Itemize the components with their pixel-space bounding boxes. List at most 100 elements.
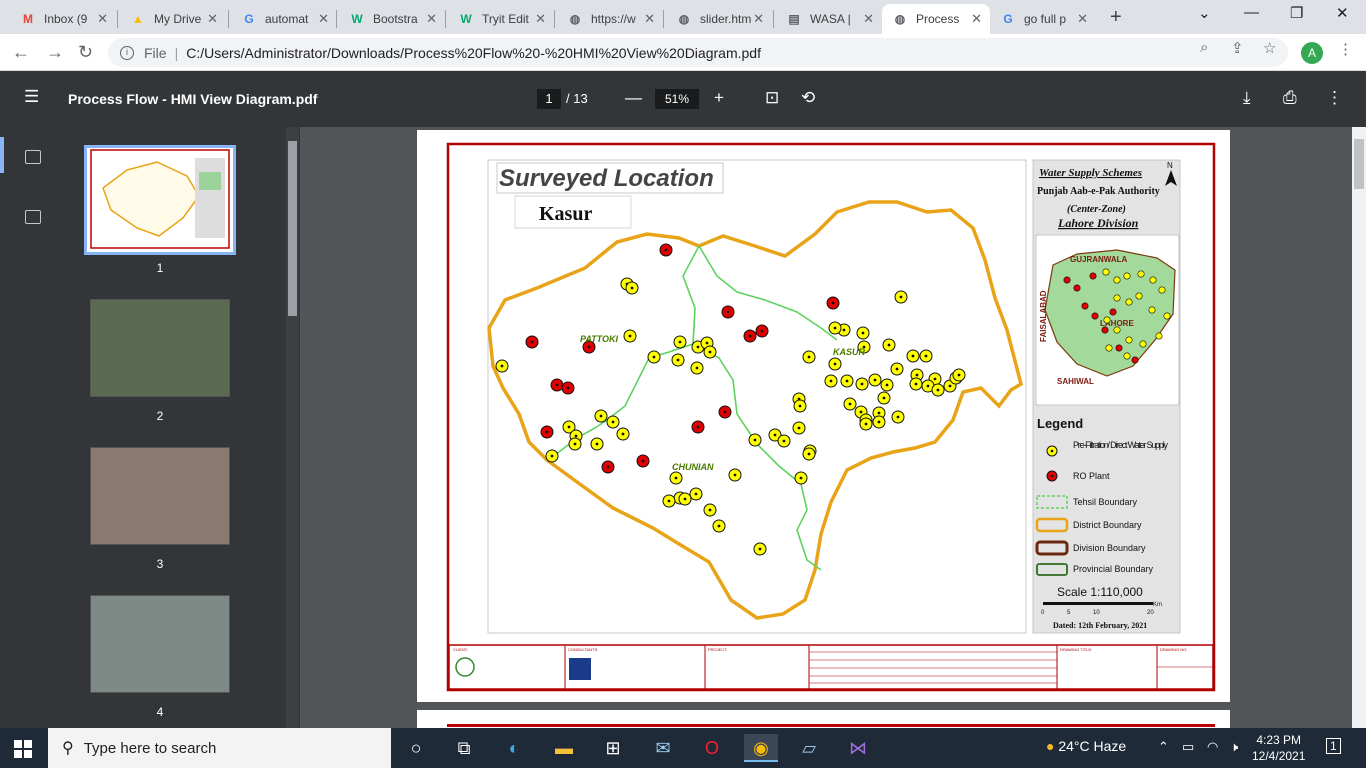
browser-menu-icon[interactable]: ⋮ [1338,40,1353,58]
close-tab-icon[interactable]: ✕ [1077,11,1088,27]
browser-tab[interactable]: ◍ slider.htm ✕ [666,4,772,34]
close-tab-icon[interactable]: ✕ [318,11,329,27]
store-icon[interactable]: ⊞ [598,734,628,762]
browser-tab[interactable]: ▲ My Drive ✕ [120,4,226,34]
thumbnail-label-4: 4 [156,705,164,719]
zoom-input[interactable]: 51% [655,89,699,109]
tab-separator [336,10,337,28]
volume-icon[interactable]: 🕨 [1230,739,1238,755]
viewer-scrollbar[interactable] [1352,127,1366,728]
file-explorer-icon[interactable]: ▬ [549,734,579,762]
pdf-more-icon[interactable]: ⋮ [1326,88,1343,108]
omnibox[interactable]: i File | C:/Users/Administrator/Download… [108,38,1288,67]
mail-icon[interactable]: ✉ [648,734,678,762]
clock[interactable]: 4:23 PM 12/4/2021 [1252,732,1305,764]
close-tab-icon[interactable]: ✕ [535,11,546,27]
marker-center [708,350,712,354]
thumbnail-page-1[interactable] [84,145,236,255]
zoom-out-icon[interactable]: — [625,88,642,108]
viewer-scroll-thumb[interactable] [1354,139,1364,189]
thumbnails-view-icon[interactable] [25,150,41,164]
district-title: Kasur [539,203,592,225]
wifi-icon[interactable]: ◠ [1207,739,1218,755]
tab-search-icon[interactable]: ⌄ [1198,4,1211,22]
inset-marker [1125,336,1133,344]
marker-center [630,286,634,290]
globe-icon: ◍ [678,12,690,26]
browser-tab[interactable]: ◍ https://w ✕ [557,4,663,34]
page-number-input[interactable]: 1 [537,89,561,109]
cortana-icon[interactable]: ○ [401,734,431,762]
reload-icon[interactable]: ↻ [78,42,93,63]
inset-marker [1125,298,1133,306]
taskbar-search[interactable]: ⚲ Type here to search [48,728,391,768]
notification-center-icon[interactable]: 1 [1326,738,1341,754]
marker-center [676,358,680,362]
windows-taskbar: ⚲ Type here to search ○ ⧉ ◐ ▬ ⊞ ✉ O ◉ ▱ … [0,728,1366,768]
inset-marker [1113,326,1121,334]
restore-button[interactable]: ❐ [1290,4,1303,22]
download-icon[interactable]: ⤓ [1243,88,1251,108]
visual-studio-icon[interactable]: ⋈ [843,734,873,762]
hamburger-menu-icon[interactable]: ☰ [24,87,39,107]
pdf-viewer[interactable]: Surveyed Location Kasur PATTOKI KASUR CH… [300,127,1352,728]
close-tab-icon[interactable]: ✕ [971,11,982,27]
close-window-button[interactable]: ✕ [1336,4,1349,22]
forward-icon[interactable]: → [46,42,64,63]
marker-center [807,355,811,359]
legend-ro-label: RO Plant [1073,471,1110,481]
inset-marker [1091,312,1099,320]
sidebar-scrollbar[interactable] [286,127,299,728]
town-label-chunian: CHUNIAN [672,462,714,472]
url-text[interactable]: C:/Users/Administrator/Downloads/Process… [186,45,761,61]
inset-marker [1115,344,1123,352]
weather-widget[interactable]: ● 24°C Haze [1046,738,1126,754]
notepad-icon[interactable]: ▱ [794,734,824,762]
close-tab-icon[interactable]: ✕ [426,11,437,27]
title-block-consultants: CONSULTANTS: [568,647,598,652]
zoom-icon[interactable]: ⌕ [1200,39,1208,56]
windows-start-icon[interactable] [14,740,32,758]
outline-view-icon[interactable] [25,210,41,224]
marker-center [873,378,877,382]
print-icon[interactable]: ⎙ [1283,88,1297,108]
browser-tab[interactable]: Ggo full p ✕ [990,4,1096,34]
minimize-button[interactable]: — [1244,4,1259,21]
browser-tab[interactable]: ▤ WASA | ✕ [776,4,882,34]
rotate-icon[interactable]: ⟲ [801,88,815,108]
inset-marker [1089,272,1097,280]
bookmark-star-icon[interactable]: ☆ [1263,39,1276,57]
close-tab-icon[interactable]: ✕ [863,11,874,27]
close-tab-icon[interactable]: ✕ [207,11,218,27]
back-icon[interactable]: ← [12,42,30,63]
google-icon: G [244,12,254,26]
browser-tab[interactable]: M Inbox (9 ✕ [10,4,116,34]
close-tab-icon[interactable]: ✕ [97,11,108,27]
task-view-icon[interactable]: ⧉ [449,734,479,762]
close-tab-icon[interactable]: ✕ [753,11,764,27]
sidebar-scroll-thumb[interactable] [288,141,297,316]
zoom-in-icon[interactable]: + [714,88,724,108]
thumbnail-page-3[interactable] [90,447,230,545]
fit-page-icon[interactable]: ⊡ [765,88,779,108]
thumbnail-page-4[interactable] [90,595,230,693]
opera-icon[interactable]: O [697,734,727,762]
tray-chevron-icon[interactable]: ⌃ [1158,739,1169,755]
edge-icon[interactable]: ◐ [499,734,529,762]
marker-center [860,382,864,386]
chrome-icon[interactable]: ◉ [744,734,778,762]
new-tab-button[interactable]: + [1110,6,1122,29]
browser-tab[interactable]: Gautomat ✕ [231,4,337,34]
scale-tick-20: 20 [1147,610,1154,616]
browser-tab[interactable]: W Bootstra ✕ [339,4,445,34]
browser-tab[interactable]: ◍ Process ✕ [882,4,990,34]
browser-tab[interactable]: W Tryit Edit ✕ [448,4,554,34]
close-tab-icon[interactable]: ✕ [644,11,655,27]
marker-center [748,334,752,338]
profile-avatar[interactable]: A [1301,42,1323,64]
site-info-icon[interactable]: i [120,45,134,60]
share-icon[interactable]: ⇪ [1231,39,1244,57]
battery-icon[interactable]: ▭ [1182,739,1194,755]
thumbnail-page-2[interactable] [90,299,230,397]
marker-center [683,497,687,501]
